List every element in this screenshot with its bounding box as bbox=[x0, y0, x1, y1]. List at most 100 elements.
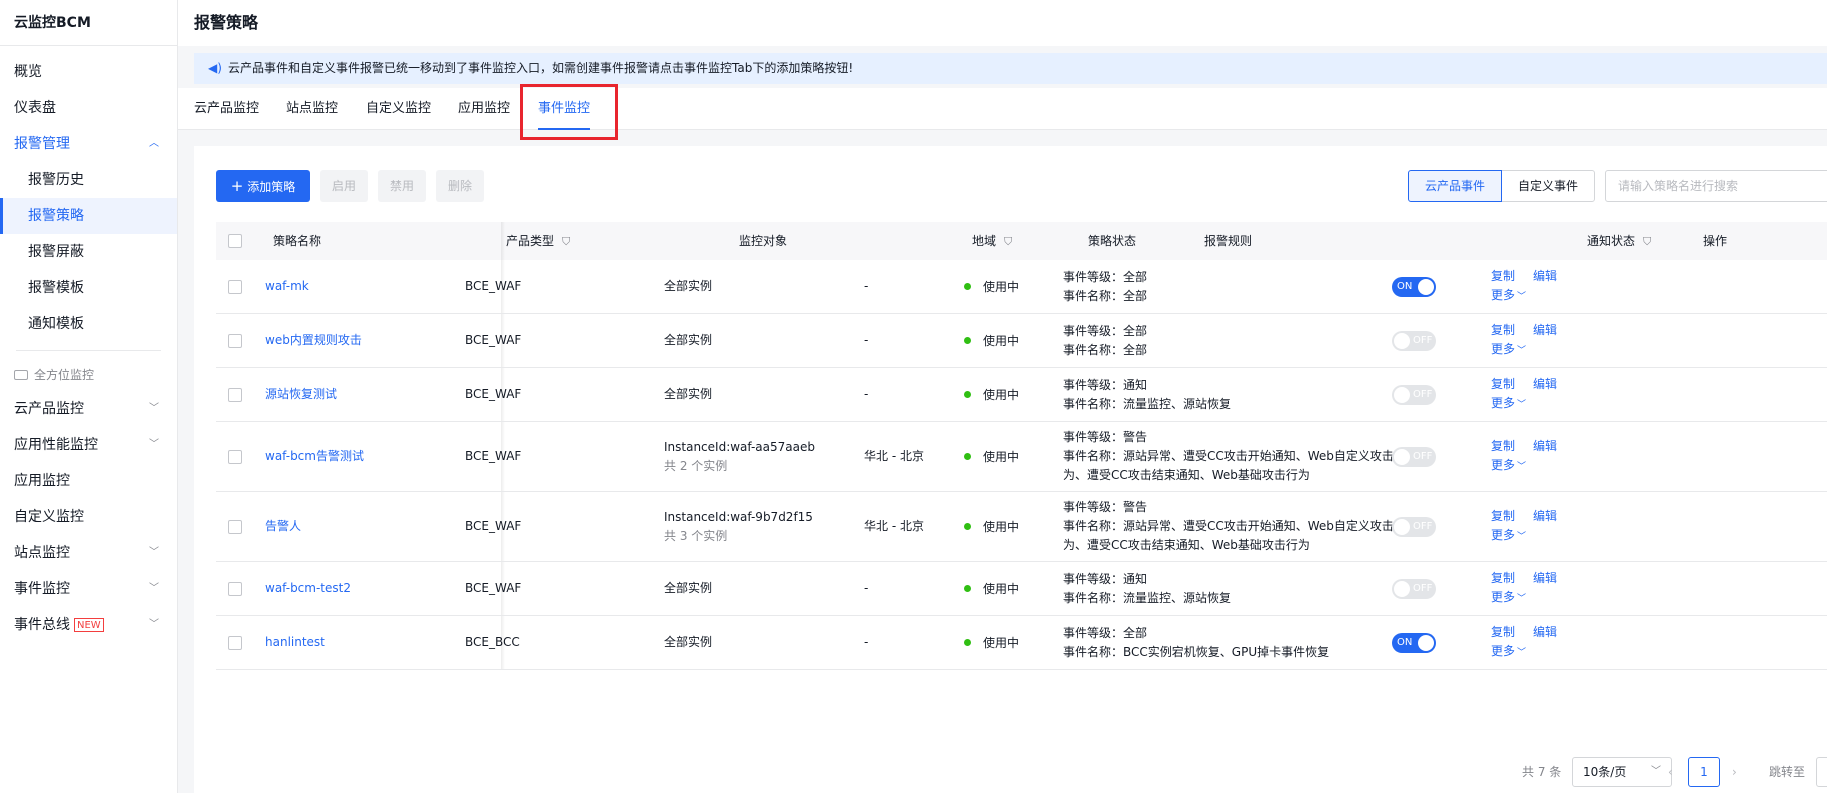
more-menu[interactable]: 更多 ﹀ bbox=[1491, 286, 1575, 307]
policy-card: +添加策略 启用 禁用 删除 云产品事件 自定义事件 策略名称 产品类型 ⛉ 监控… bbox=[194, 146, 1827, 793]
segment-cloud-event[interactable]: 云产品事件 bbox=[1408, 170, 1502, 202]
sidebar-item-alarm-policy[interactable]: 报警策略 bbox=[0, 198, 177, 234]
notify-toggle[interactable]: ON bbox=[1392, 632, 1436, 653]
rule-names-cont: 为、遭受CC攻击结束通知、Web基础攻击行为 bbox=[1063, 538, 1310, 552]
sidebar-item-alarm-management[interactable]: 报警管理 ︿ bbox=[0, 126, 177, 162]
sidebar-item-event-monitor[interactable]: 事件监控 ﹀ bbox=[0, 571, 177, 607]
copy-link[interactable]: 复制 bbox=[1491, 377, 1515, 391]
rule-names: 事件名称：全部 bbox=[1063, 342, 1148, 357]
target-cell: 全部实例 bbox=[664, 616, 712, 669]
edit-link[interactable]: 编辑 bbox=[1533, 625, 1557, 639]
disable-button[interactable]: 禁用 bbox=[378, 170, 426, 202]
sidebar-item-label: 仪表盘 bbox=[14, 100, 56, 116]
region-cell: - bbox=[864, 368, 868, 421]
notify-toggle[interactable]: OFF bbox=[1392, 384, 1436, 405]
segment-custom-event[interactable]: 自定义事件 bbox=[1501, 170, 1595, 202]
policy-name-link[interactable]: waf-bcm-test2 bbox=[265, 562, 351, 615]
notify-toggle[interactable]: OFF bbox=[1392, 578, 1436, 599]
copy-link[interactable]: 复制 bbox=[1491, 571, 1515, 585]
row-checkbox[interactable] bbox=[228, 314, 242, 367]
search-input[interactable] bbox=[1605, 170, 1827, 202]
add-policy-label: 添加策略 bbox=[247, 180, 296, 194]
sidebar-item-label: 自定义监控 bbox=[14, 509, 84, 525]
sidebar-item-alarm-mask[interactable]: 报警屏蔽 bbox=[0, 234, 177, 270]
region-value: - bbox=[864, 635, 869, 649]
notify-toggle[interactable]: OFF bbox=[1392, 330, 1436, 351]
edit-link[interactable]: 编辑 bbox=[1533, 509, 1557, 523]
toggle-label: OFF bbox=[1413, 520, 1433, 532]
policy-name-link[interactable]: hanlintest bbox=[265, 616, 325, 669]
copy-link[interactable]: 复制 bbox=[1491, 509, 1515, 523]
filter-icon[interactable]: ⛉ bbox=[562, 223, 570, 261]
edit-link[interactable]: 编辑 bbox=[1533, 377, 1557, 391]
page-number[interactable]: 1 bbox=[1688, 757, 1720, 787]
add-policy-button[interactable]: + 添加策略 bbox=[216, 170, 310, 202]
row-checkbox[interactable] bbox=[228, 422, 242, 491]
select-all-checkbox[interactable] bbox=[228, 234, 242, 248]
filter-icon[interactable]: ⛉ bbox=[1004, 223, 1012, 261]
rule-names: 事件名称：流量监控、源站恢复 bbox=[1063, 396, 1232, 411]
tab-app[interactable]: 应用监控 bbox=[458, 88, 510, 130]
status-dot bbox=[964, 453, 971, 460]
notify-toggle[interactable]: OFF bbox=[1392, 516, 1436, 537]
row-checkbox[interactable] bbox=[228, 368, 242, 421]
row-checkbox[interactable] bbox=[228, 492, 242, 561]
copy-link[interactable]: 复制 bbox=[1491, 625, 1515, 639]
sidebar-item-apm[interactable]: 应用性能监控 ﹀ bbox=[0, 427, 177, 463]
more-menu[interactable]: 更多 ﹀ bbox=[1491, 456, 1575, 477]
more-menu[interactable]: 更多 ﹀ bbox=[1491, 642, 1575, 663]
more-menu[interactable]: 更多 ﹀ bbox=[1491, 394, 1575, 415]
sidebar-item-cloud-product[interactable]: 云产品监控 ﹀ bbox=[0, 391, 177, 427]
status-value: 使用中 bbox=[983, 334, 1020, 348]
tab-custom[interactable]: 自定义监控 bbox=[366, 88, 431, 130]
filter-icon[interactable]: ⛉ bbox=[1643, 223, 1651, 261]
highlight-annotation bbox=[520, 84, 618, 140]
sidebar-item-notify-template[interactable]: 通知模板 bbox=[0, 306, 177, 342]
sidebar-item-label: 概览 bbox=[14, 64, 42, 80]
rule-level: 事件等级：通知 bbox=[1063, 377, 1148, 392]
next-page-icon[interactable]: › bbox=[1732, 757, 1737, 787]
copy-link[interactable]: 复制 bbox=[1491, 323, 1515, 337]
edit-link[interactable]: 编辑 bbox=[1533, 439, 1557, 453]
tab-site[interactable]: 站点监控 bbox=[286, 88, 338, 130]
more-menu[interactable]: 更多 ﹀ bbox=[1491, 526, 1575, 547]
row-checkbox[interactable] bbox=[228, 616, 242, 669]
edit-link[interactable]: 编辑 bbox=[1533, 269, 1557, 283]
product-value: BCE_WAF bbox=[465, 279, 522, 293]
col-product-label: 产品类型 bbox=[506, 234, 555, 248]
copy-link[interactable]: 复制 bbox=[1491, 439, 1515, 453]
delete-button[interactable]: 删除 bbox=[436, 170, 484, 202]
policy-name-link[interactable]: 源站恢复测试 bbox=[265, 368, 337, 421]
sidebar-item-overview[interactable]: 概览 bbox=[0, 54, 177, 90]
prev-page-icon[interactable]: ‹ bbox=[1668, 757, 1673, 787]
sidebar-item-custom-monitor[interactable]: 自定义监控 bbox=[0, 499, 177, 535]
notify-toggle[interactable]: ON bbox=[1392, 276, 1436, 297]
tab-cloud-product[interactable]: 云产品监控 bbox=[194, 88, 259, 130]
copy-link[interactable]: 复制 bbox=[1491, 269, 1515, 283]
brand-title: 云监控BCM bbox=[0, 0, 177, 46]
enable-button[interactable]: 启用 bbox=[320, 170, 368, 202]
jump-input[interactable] bbox=[1816, 757, 1827, 787]
row-checkbox[interactable] bbox=[228, 260, 242, 313]
sidebar-item-app-monitor[interactable]: 应用监控 bbox=[0, 463, 177, 499]
product-value: BCE_WAF bbox=[465, 333, 522, 347]
speaker-icon: ◀) bbox=[208, 61, 222, 75]
policy-name-link[interactable]: 告警人 bbox=[265, 492, 301, 561]
notify-cell: OFF bbox=[1392, 368, 1436, 421]
policy-name-link[interactable]: web内置规则攻击 bbox=[265, 314, 362, 367]
sidebar-item-site-monitor[interactable]: 站点监控 ﹀ bbox=[0, 535, 177, 571]
edit-link[interactable]: 编辑 bbox=[1533, 571, 1557, 585]
notify-toggle[interactable]: OFF bbox=[1392, 446, 1436, 467]
policy-name-link[interactable]: waf-bcm告警测试 bbox=[265, 422, 364, 491]
page-size-select[interactable]: 10条/页 ﹀ bbox=[1572, 757, 1672, 787]
sidebar-item-dashboard[interactable]: 仪表盘 bbox=[0, 90, 177, 126]
more-menu[interactable]: 更多 ﹀ bbox=[1491, 588, 1575, 609]
sidebar-item-alarm-template[interactable]: 报警模板 bbox=[0, 270, 177, 306]
more-menu[interactable]: 更多 ﹀ bbox=[1491, 340, 1575, 361]
edit-link[interactable]: 编辑 bbox=[1533, 323, 1557, 337]
sidebar-item-event-bus[interactable]: 事件总线 NEW ﹀ bbox=[0, 607, 177, 643]
sidebar-item-alarm-history[interactable]: 报警历史 bbox=[0, 162, 177, 198]
status-cell: 使用中 bbox=[964, 260, 1019, 313]
policy-name-link[interactable]: waf-mk bbox=[265, 260, 309, 313]
row-checkbox[interactable] bbox=[228, 562, 242, 615]
